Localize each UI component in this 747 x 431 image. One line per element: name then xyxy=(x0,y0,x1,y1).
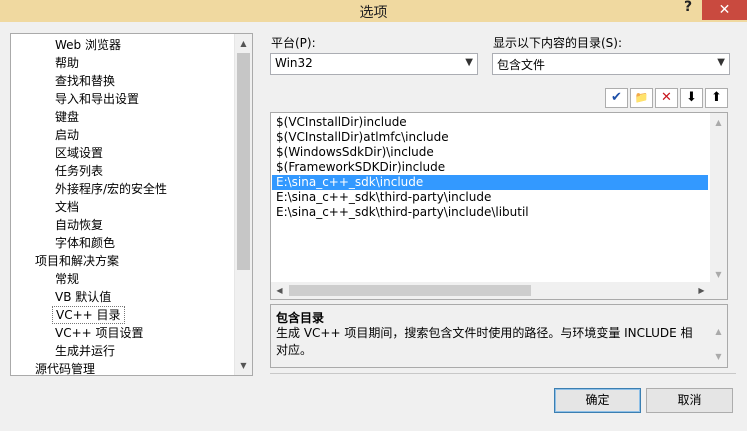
scroll-down-arrow-icon[interactable]: ▼ xyxy=(235,357,252,374)
scroll-right-arrow-icon[interactable]: ▶ xyxy=(693,282,710,299)
description-panel: 包含目录 生成 VC++ 项目期间，搜索包含文件时使用的路径。与环境变量 INC… xyxy=(270,304,728,368)
options-tree: Web 浏览器 帮助 查找和替换 导入和导出设置 键盘 启动 区域设置 任务列表… xyxy=(10,33,253,376)
title-bar: 选项 ? ✕ xyxy=(0,0,747,22)
tree-scroll-thumb[interactable] xyxy=(237,53,250,270)
tree-item-startup[interactable]: 启动 xyxy=(55,126,79,144)
chevron-down-icon: ▼ xyxy=(717,57,725,68)
tree-item-fonts-colors[interactable]: 字体和颜色 xyxy=(55,234,115,252)
tree-item-vc-project-settings[interactable]: VC++ 项目设置 xyxy=(55,324,144,342)
tree-item-find-replace[interactable]: 查找和替换 xyxy=(55,72,115,90)
move-up-icon[interactable]: ⬆ xyxy=(705,88,728,108)
directory-item[interactable]: E:\sina_c++_sdk\third-party\include\libu… xyxy=(276,205,706,220)
directory-item[interactable]: $(VCInstallDir)include xyxy=(276,115,706,130)
directory-item[interactable]: $(FrameworkSDKDir)include xyxy=(276,160,706,175)
tree-item-autorecover[interactable]: 自动恢复 xyxy=(55,216,103,234)
tree-item-web-browser[interactable]: Web 浏览器 xyxy=(55,36,121,54)
delete-icon[interactable]: ✕ xyxy=(655,88,678,108)
platform-select[interactable]: Win32 ▼ xyxy=(270,53,478,75)
directory-item[interactable]: E:\sina_c++_sdk\third-party\include xyxy=(276,190,706,205)
tree-item-vb-defaults[interactable]: VB 默认值 xyxy=(55,288,111,306)
scroll-up-arrow-icon[interactable]: ▲ xyxy=(235,35,252,52)
show-dirs-select[interactable]: 包含文件 ▼ xyxy=(492,53,730,75)
options-dialog: 选项 ? ✕ Web 浏览器 帮助 查找和替换 导入和导出设置 键盘 启动 区域… xyxy=(0,0,747,431)
tree-item-general[interactable]: 常规 xyxy=(55,270,79,288)
directory-hscroll-thumb[interactable] xyxy=(289,285,531,296)
platform-label: 平台(P): xyxy=(271,36,316,50)
tree-item-regional[interactable]: 区域设置 xyxy=(55,144,103,162)
close-button[interactable]: ✕ xyxy=(702,0,747,20)
tree-item-documents[interactable]: 文档 xyxy=(55,198,79,216)
separator xyxy=(270,373,736,374)
check-icon[interactable]: ✔ xyxy=(605,88,628,108)
tree-item-projects-solutions[interactable]: 项目和解决方案 xyxy=(35,252,119,270)
show-dirs-value: 包含文件 xyxy=(497,58,546,72)
tree-item-help[interactable]: 帮助 xyxy=(55,54,79,72)
tree-item-build-run[interactable]: 生成并运行 xyxy=(55,342,115,360)
directory-vertical-scrollbar[interactable]: ▲ ▼ xyxy=(710,113,727,284)
directory-item[interactable]: $(WindowsSdkDir)\include xyxy=(276,145,706,160)
tree-item-source-control[interactable]: 源代码管理 xyxy=(35,360,95,375)
scroll-up-arrow-icon[interactable]: ▲ xyxy=(710,114,727,131)
tree-item-import-export[interactable]: 导入和导出设置 xyxy=(55,90,139,108)
tree-item-vc-directories[interactable]: VC++ 目录 xyxy=(52,306,125,324)
directory-horizontal-scrollbar[interactable]: ◀ ▶ xyxy=(271,282,727,299)
tree-item-keyboard[interactable]: 键盘 xyxy=(55,108,79,126)
platform-value: Win32 xyxy=(275,56,313,70)
cancel-button[interactable]: 取消 xyxy=(646,388,733,413)
tree-item-task-list[interactable]: 任务列表 xyxy=(55,162,103,180)
scroll-down-arrow-icon[interactable]: ▼ xyxy=(710,266,727,283)
description-text: 生成 VC++ 项目期间，搜索包含文件时使用的路径。与环境变量 INCLUDE … xyxy=(276,326,693,357)
new-folder-icon[interactable]: 📁 xyxy=(630,88,653,108)
directory-list: $(VCInstallDir)include $(VCInstallDir)at… xyxy=(270,112,728,300)
directory-item-selected[interactable]: E:\sina_c++_sdk\include xyxy=(272,175,708,190)
tree-scrollbar[interactable]: ▲ ▼ xyxy=(234,34,252,375)
chevron-down-icon: ▼ xyxy=(465,57,473,68)
show-dirs-label: 显示以下内容的目录(S): xyxy=(493,36,623,50)
scroll-left-arrow-icon[interactable]: ◀ xyxy=(271,282,288,299)
description-scrollbar[interactable]: ▲ ▼ xyxy=(710,305,727,367)
directory-item[interactable]: $(VCInstallDir)atlmfc\include xyxy=(276,130,706,145)
description-title: 包含目录 xyxy=(276,311,325,325)
ok-button[interactable]: 确定 xyxy=(554,388,641,413)
scroll-down-arrow-icon[interactable]: ▼ xyxy=(710,348,727,365)
move-down-icon[interactable]: ⬇ xyxy=(680,88,703,108)
scroll-up-arrow-icon[interactable]: ▲ xyxy=(710,323,727,340)
help-button[interactable]: ? xyxy=(678,0,698,19)
dialog-title: 选项 xyxy=(359,5,388,21)
tree-item-addin-security[interactable]: 外接程序/宏的安全性 xyxy=(55,180,167,198)
